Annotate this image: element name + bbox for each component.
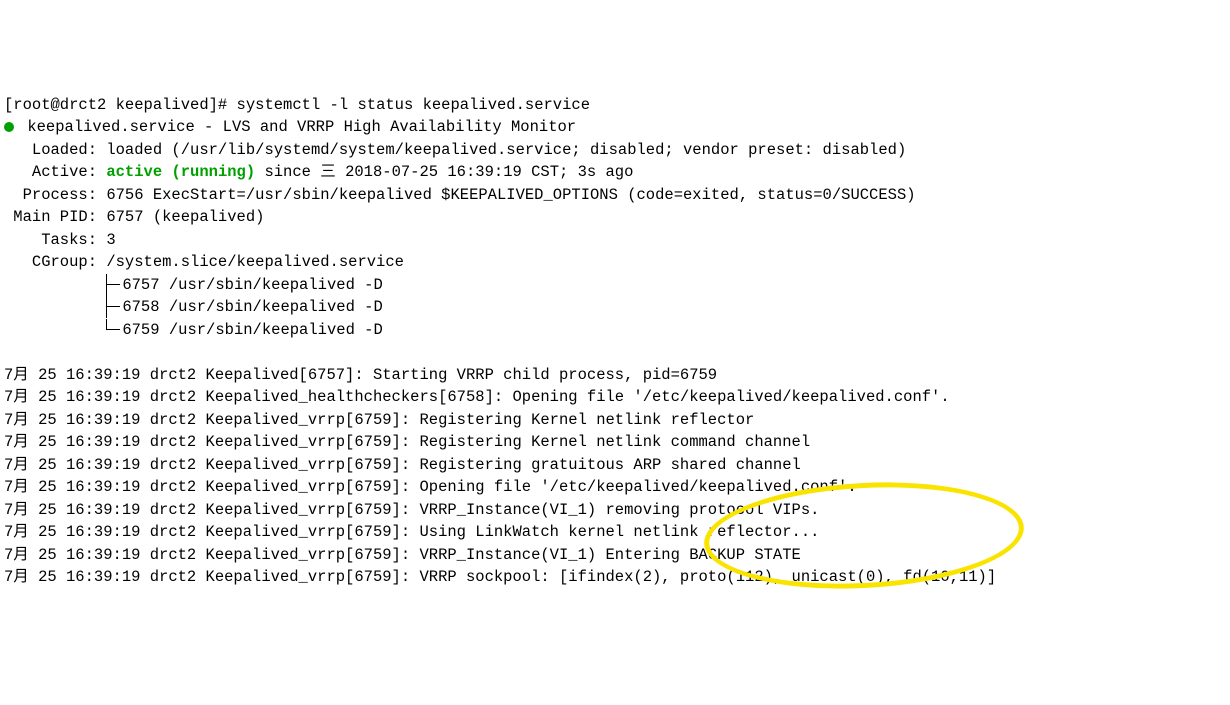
active-state: active (running) [106, 163, 255, 181]
cgroup-proc: 6758 /usr/sbin/keepalived -D [122, 298, 382, 316]
tree-branch-last-icon [106, 319, 122, 341]
status-dot-icon [4, 122, 14, 132]
service-title: keepalived.service - LVS and VRRP High A… [27, 118, 576, 136]
log-line: 7月 25 16:39:19 drct2 Keepalived_vrrp[675… [4, 478, 857, 496]
log-line: 7月 25 16:39:19 drct2 Keepalived_vrrp[675… [4, 546, 801, 564]
loaded-line: Loaded: loaded (/usr/lib/systemd/system/… [4, 141, 906, 159]
active-label: Active: [4, 163, 106, 181]
terminal-output: [root@drct2 keepalived]# systemctl -l st… [4, 71, 1226, 611]
log-line: 7月 25 16:39:19 drct2 Keepalived_vrrp[675… [4, 411, 754, 429]
log-line: 7月 25 16:39:19 drct2 Keepalived[6757]: S… [4, 366, 717, 384]
log-line: 7月 25 16:39:19 drct2 Keepalived_healthch… [4, 388, 950, 406]
cgroup-proc: 6759 /usr/sbin/keepalived -D [122, 321, 382, 339]
active-since: since 三 2018-07-25 16:39:19 CST; 3s ago [255, 163, 633, 181]
shell-prompt: [root@drct2 keepalived]# [4, 96, 237, 114]
cgroup-line: CGroup: /system.slice/keepalived.service [4, 253, 404, 271]
main-pid-line: Main PID: 6757 (keepalived) [4, 208, 264, 226]
log-line: 7月 25 16:39:19 drct2 Keepalived_vrrp[675… [4, 568, 996, 586]
tree-branch-icon [106, 296, 122, 318]
command-text: systemctl -l status keepalived.service [237, 96, 590, 114]
tasks-line: Tasks: 3 [4, 231, 116, 249]
process-line: Process: 6756 ExecStart=/usr/sbin/keepal… [4, 186, 916, 204]
tree-branch-icon [106, 274, 122, 296]
log-line: 7月 25 16:39:19 drct2 Keepalived_vrrp[675… [4, 433, 810, 451]
log-line: 7月 25 16:39:19 drct2 Keepalived_vrrp[675… [4, 456, 801, 474]
log-line: 7月 25 16:39:19 drct2 Keepalived_vrrp[675… [4, 501, 819, 519]
cgroup-proc: 6757 /usr/sbin/keepalived -D [122, 276, 382, 294]
log-line: 7月 25 16:39:19 drct2 Keepalived_vrrp[675… [4, 523, 819, 541]
